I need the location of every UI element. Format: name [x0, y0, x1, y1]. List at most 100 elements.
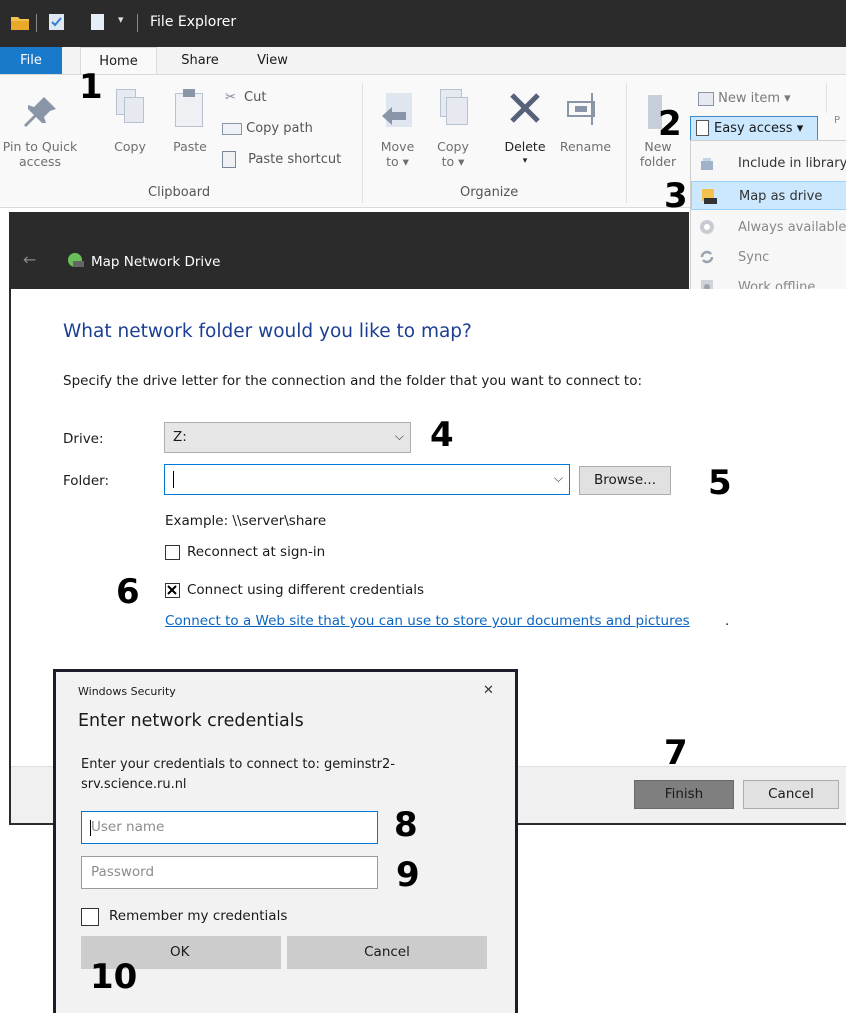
copy-path-button[interactable]: Copy path: [222, 121, 313, 136]
paste-shortcut-icon: [222, 151, 236, 168]
title-bar: ▾ File Explorer: [0, 0, 846, 47]
chevron-down-icon: ⌵: [394, 429, 404, 443]
easy-access-menu: Include in library Map as drive Always a…: [690, 140, 846, 306]
library-icon: [699, 155, 715, 171]
menu-item-sync[interactable]: Sync: [691, 243, 846, 272]
easy-access-icon: [696, 120, 709, 136]
folder-icon: [10, 13, 30, 35]
remember-credentials-checkbox[interactable]: [81, 908, 99, 926]
checkmark-x-icon: [167, 585, 177, 595]
browse-button[interactable]: Browse...: [579, 466, 671, 495]
pin-label-line2: access: [18, 154, 62, 169]
remember-credentials-label: Remember my credentials: [109, 908, 288, 924]
text-cursor: [173, 471, 174, 488]
move-to-label-line2: to ▾: [386, 154, 409, 169]
security-prompt-line1: Enter your credentials to connect to: ge…: [81, 757, 395, 772]
step-number-1: 1: [79, 67, 103, 107]
folder-example: Example: \\server\share: [165, 513, 327, 529]
screenshot-root: { "window": { "title": "File Explorer" }…: [0, 0, 846, 1013]
drive-select[interactable]: Z: ⌵: [164, 422, 411, 453]
paste-icon: [165, 85, 215, 133]
copy-label: Copy: [114, 139, 146, 154]
map-drive-instruction: Specify the drive letter for the connect…: [63, 373, 643, 389]
menu-item-always-available[interactable]: Always available: [691, 213, 846, 242]
step-number-9: 9: [396, 855, 420, 895]
folder-input[interactable]: ⌵: [164, 464, 570, 495]
customize-toolbar-icon[interactable]: ▾: [118, 13, 124, 26]
close-icon[interactable]: ✕: [483, 683, 494, 698]
cut-button[interactable]: ✂ Cut: [225, 90, 266, 105]
drive-label: Drive:: [63, 431, 104, 447]
easy-access-label: Easy access ▾: [714, 121, 804, 136]
move-to-button[interactable]: Move to ▾: [370, 87, 425, 169]
delete-icon: [498, 87, 552, 133]
group-divider: [826, 83, 827, 113]
window-title: File Explorer: [150, 14, 237, 30]
paste-button[interactable]: Paste: [165, 85, 215, 154]
menu-item-include-in-library[interactable]: Include in library: [691, 149, 846, 178]
step-number-3: 3: [664, 176, 688, 216]
paste-shortcut-button[interactable]: Paste shortcut: [222, 151, 341, 168]
rename-button[interactable]: Rename: [553, 87, 618, 154]
tab-view[interactable]: View: [250, 47, 295, 74]
paste-label: Paste: [173, 139, 207, 154]
web-site-link[interactable]: Connect to a Web site that you can use t…: [165, 613, 690, 629]
rename-icon: [553, 87, 618, 133]
different-credentials-checkbox[interactable]: [165, 583, 180, 598]
menu-item-map-as-drive[interactable]: Map as drive: [691, 181, 846, 210]
step-number-4: 4: [430, 415, 454, 455]
step-number-6: 6: [116, 572, 140, 612]
group-divider: [362, 83, 363, 203]
delete-button[interactable]: Delete ▾: [498, 87, 552, 169]
new-item-icon: [698, 91, 714, 106]
security-cancel-button[interactable]: Cancel: [287, 936, 487, 969]
clipboard-group-label: Clipboard: [148, 185, 211, 200]
copy-to-label-line1: Copy: [437, 139, 469, 154]
new-folder-label-line2: folder: [639, 154, 677, 169]
finish-button[interactable]: Finish: [634, 780, 734, 809]
different-credentials-label: Connect using different credentials: [187, 582, 425, 598]
security-prompt-line2: srv.science.ru.nl: [81, 777, 187, 792]
password-placeholder: Password: [91, 864, 155, 880]
pin-to-quick-access-button[interactable]: Pin to Quick access: [0, 85, 80, 169]
new-item-button[interactable]: New item ▾: [698, 91, 791, 106]
back-arrow-icon[interactable]: ←: [23, 250, 36, 269]
pin-label-line1: Pin to Quick: [2, 139, 78, 154]
delete-label: Delete: [504, 139, 546, 154]
step-number-5: 5: [708, 463, 732, 503]
step-number-2: 2: [658, 104, 682, 144]
map-drive-header: ← Map Network Drive: [9, 212, 689, 289]
reconnect-checkbox[interactable]: [165, 545, 180, 560]
step-number-8: 8: [394, 805, 418, 845]
chevron-down-icon[interactable]: ⌵: [554, 471, 563, 486]
username-placeholder: User name: [91, 819, 165, 835]
organize-group-label: Organize: [460, 185, 519, 200]
drive-select-value: Z:: [173, 429, 187, 445]
new-folder-quick-icon[interactable]: [90, 13, 106, 35]
map-drive-heading: What network folder would you like to ma…: [63, 321, 472, 342]
tab-share[interactable]: Share: [175, 47, 225, 74]
sync-icon: [699, 249, 715, 265]
move-to-icon: [370, 87, 425, 133]
tab-file[interactable]: File: [0, 47, 62, 74]
password-field[interactable]: Password: [81, 856, 378, 889]
username-field[interactable]: User name: [81, 811, 378, 844]
paste-shortcut-label: Paste shortcut: [248, 152, 342, 167]
cancel-button[interactable]: Cancel: [743, 780, 839, 809]
web-site-link-period: .: [725, 613, 730, 629]
ok-label: OK: [170, 944, 190, 960]
ribbon-cutoff-text: P: [834, 115, 841, 126]
copy-to-button[interactable]: Copy to ▾: [428, 87, 478, 169]
step-number-7: 7: [664, 733, 688, 773]
new-item-label: New item ▾: [718, 91, 791, 106]
group-divider: [626, 83, 627, 203]
easy-access-button[interactable]: Easy access ▾: [690, 116, 818, 141]
rename-label: Rename: [559, 139, 612, 154]
copy-path-icon: [222, 122, 242, 135]
copy-button[interactable]: Copy: [110, 85, 150, 154]
network-drive-icon: [67, 252, 85, 272]
always-available-icon: [699, 219, 715, 235]
properties-icon[interactable]: [48, 13, 66, 35]
delete-dropdown-arrow[interactable]: ▾: [498, 154, 552, 169]
copy-path-label: Copy path: [246, 121, 313, 136]
